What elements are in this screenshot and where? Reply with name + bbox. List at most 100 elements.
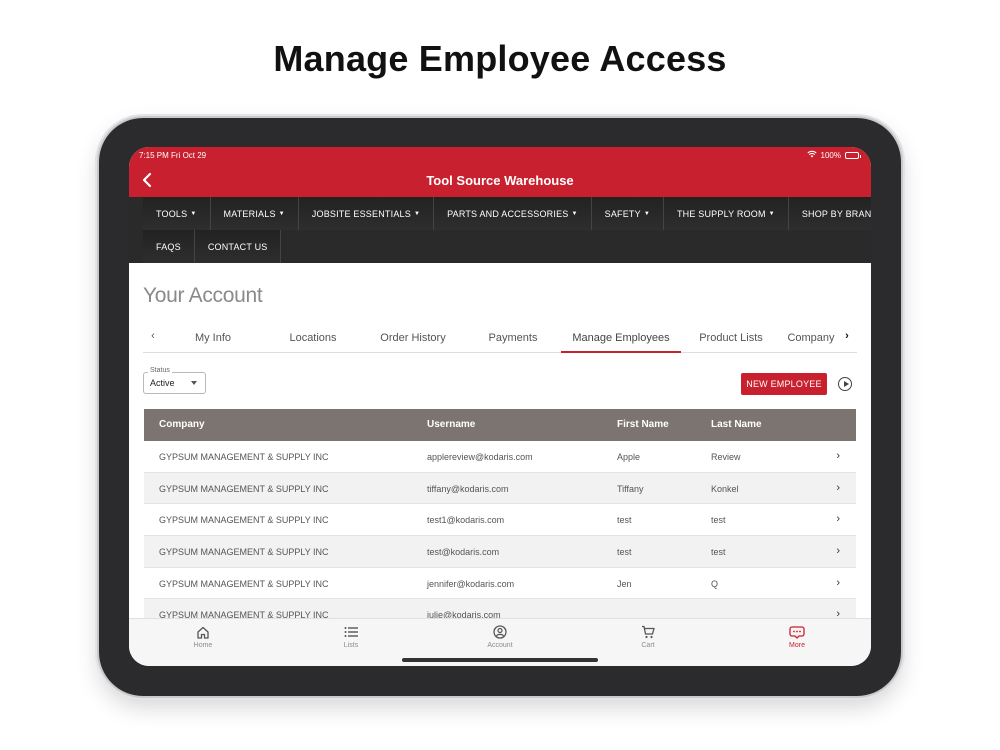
tab-manage-employees[interactable]: Manage Employees	[561, 323, 681, 353]
column-header-company[interactable]: Company	[159, 419, 205, 430]
cell-first-name: Jen	[617, 578, 632, 589]
chevron-right-icon[interactable]: ›	[836, 577, 840, 589]
status-filter-select[interactable]: Status Active	[143, 367, 206, 394]
nav-item-tools[interactable]: TOOLS ▼	[143, 197, 211, 230]
nav-item-faqs[interactable]: FAQS	[143, 230, 195, 263]
nav-item-safety[interactable]: SAFETY ▼	[591, 197, 664, 230]
cell-username: tiffany@kodaris.com	[427, 483, 509, 494]
tab-my-info[interactable]: My Info	[163, 323, 263, 353]
tab-bar-label: Account	[487, 642, 513, 649]
account-icon	[470, 625, 530, 639]
cell-last-name: Review	[711, 452, 741, 462]
system-status-bar: 7:15 PM Fri Oct 29 100%	[129, 147, 871, 165]
nav-item-label: CONTACT US	[207, 241, 268, 252]
tabs-scroll-right-icon[interactable]: ›	[840, 330, 854, 342]
tab-locations[interactable]: Locations	[263, 323, 363, 353]
table-row[interactable]: GYPSUM MANAGEMENT & SUPPLY INC jennifer@k…	[144, 568, 856, 600]
table-header: Company Username First Name Last Name	[144, 409, 856, 441]
caret-down-icon: ▼	[768, 210, 775, 217]
nav-row: TOOLS ▼ MATERIALS ▼ JOBSITE ESSENTIALS ▼ PARTS…	[143, 197, 871, 230]
tab-company[interactable]: Company	[781, 323, 835, 353]
dropdown-caret-icon	[191, 381, 197, 385]
tab-product-lists[interactable]: Product Lists	[681, 323, 781, 353]
cell-last-name: test	[711, 515, 726, 526]
caret-down-icon: ▼	[413, 210, 421, 217]
cell-first-name: test	[617, 547, 632, 558]
battery-icon	[845, 151, 861, 159]
home-icon	[173, 625, 233, 639]
nav-item-label: JOBSITE ESSENTIALS	[311, 208, 411, 219]
cell-first-name: Apple	[617, 452, 641, 462]
cell-last-name: Konkel	[711, 483, 739, 494]
tab-order-history[interactable]: Order History	[363, 323, 463, 353]
page-headline: Manage Employee Access	[273, 38, 727, 79]
cell-company: GYPSUM MANAGEMENT & SUPPLY INC	[159, 547, 329, 558]
tab-bar-label: Lists	[343, 642, 359, 649]
nav-item-materials[interactable]: MATERIALS ▼	[210, 197, 299, 230]
account-content: Your Account ‹ My Info Locations Order His…	[129, 263, 871, 632]
tab-bar-label: Home	[193, 642, 213, 649]
column-header-first-name[interactable]: First Name	[617, 419, 669, 430]
chevron-right-icon[interactable]: ›	[836, 482, 840, 494]
wifi-icon	[806, 150, 817, 160]
page-title: Your Account	[143, 284, 263, 307]
cell-first-name: Tiffany	[617, 483, 644, 494]
tab-bar-account[interactable]: Account	[470, 625, 530, 649]
account-tabs: ‹ My Info Locations Order History Payments M…	[143, 323, 857, 353]
tab-payments[interactable]: Payments	[463, 323, 563, 353]
nav-item-label: SAFETY	[604, 208, 641, 219]
tab-bar-label: Cart	[641, 642, 655, 649]
cell-username: test@kodaris.com	[427, 547, 500, 558]
nav-item-parts-and-accessories[interactable]: PARTS AND ACCESSORIES ▼	[434, 197, 592, 230]
tab-bar-cart[interactable]: Cart	[618, 625, 678, 649]
column-header-last-name[interactable]: Last Name	[711, 419, 762, 430]
tab-bar-home[interactable]: Home	[173, 625, 233, 649]
nav-item-jobsite-essentials[interactable]: JOBSITE ESSENTIALS ▼	[298, 197, 435, 230]
nav-item-label: MATERIALS	[223, 208, 276, 219]
cell-username: applereview@kodaris.com	[427, 452, 533, 462]
nav-item-shop-by-brand[interactable]: SHOP BY BRAND	[788, 197, 871, 230]
column-header-username[interactable]: Username	[427, 419, 475, 430]
caret-down-icon: ▼	[571, 210, 578, 217]
status-time: 7:15 PM Fri Oct 29	[139, 151, 207, 160]
cell-company: GYPSUM MANAGEMENT & SUPPLY INC	[159, 578, 329, 589]
cell-first-name: test	[617, 515, 632, 526]
nav-item-label: SHOP BY BRAND	[801, 208, 871, 219]
new-employee-button[interactable]: NEW EMPLOYEE	[741, 373, 827, 395]
nav-item-the-supply-room[interactable]: THE SUPPLY ROOM ▼	[663, 197, 789, 230]
app-title: Tool Source Warehouse	[426, 173, 574, 188]
nav-item-label: PARTS AND ACCESSORIES	[447, 208, 569, 219]
table-row[interactable]: GYPSUM MANAGEMENT & SUPPLY INC applerevie…	[144, 441, 856, 473]
table-row[interactable]: GYPSUM MANAGEMENT & SUPPLY INC test@kodar…	[144, 536, 856, 568]
cart-icon	[618, 625, 678, 639]
caret-down-icon: ▼	[278, 210, 285, 217]
tabs-scroll-left-icon[interactable]: ‹	[146, 330, 160, 342]
table-row[interactable]: GYPSUM MANAGEMENT & SUPPLY INC tiffany@ko…	[144, 472, 856, 505]
cell-company: GYPSUM MANAGEMENT & SUPPLY INC	[159, 452, 329, 462]
app-header: Tool Source Warehouse	[129, 165, 871, 197]
tab-bar-label: More	[789, 642, 805, 649]
nav-item-label: FAQS	[156, 241, 181, 252]
cell-company: GYPSUM MANAGEMENT & SUPPLY INC	[159, 515, 329, 526]
battery-percent: 100%	[820, 150, 841, 160]
tab-bar-more[interactable]: More	[767, 625, 827, 649]
chevron-right-icon[interactable]: ›	[836, 545, 840, 557]
cell-username: test1@kodaris.com	[427, 515, 505, 526]
chevron-right-icon[interactable]: ›	[836, 513, 840, 525]
home-indicator	[402, 658, 598, 662]
nav-item-contact-us[interactable]: CONTACT US	[194, 230, 282, 263]
cell-username: jennifer@kodaris.com	[427, 578, 515, 589]
chevron-right-icon[interactable]: ›	[836, 450, 840, 462]
play-circle-icon[interactable]	[838, 377, 852, 391]
app-screen: 7:15 PM Fri Oct 29 100% Tool Source Ware…	[129, 147, 871, 666]
cell-company: GYPSUM MANAGEMENT & SUPPLY INC	[159, 483, 329, 494]
cell-last-name: Q	[711, 578, 719, 589]
cell-last-name: test	[711, 547, 726, 558]
tabs-track: My Info Locations Order History Payments Man…	[163, 323, 835, 353]
table-row[interactable]: GYPSUM MANAGEMENT & SUPPLY INC test1@koda…	[144, 504, 856, 537]
caret-down-icon: ▼	[643, 210, 650, 217]
tab-bar-lists[interactable]: Lists	[321, 625, 381, 649]
nav-item-label: THE SUPPLY ROOM	[676, 208, 766, 219]
status-filter-label: Status	[148, 367, 172, 374]
status-filter-value: Active	[150, 378, 175, 388]
